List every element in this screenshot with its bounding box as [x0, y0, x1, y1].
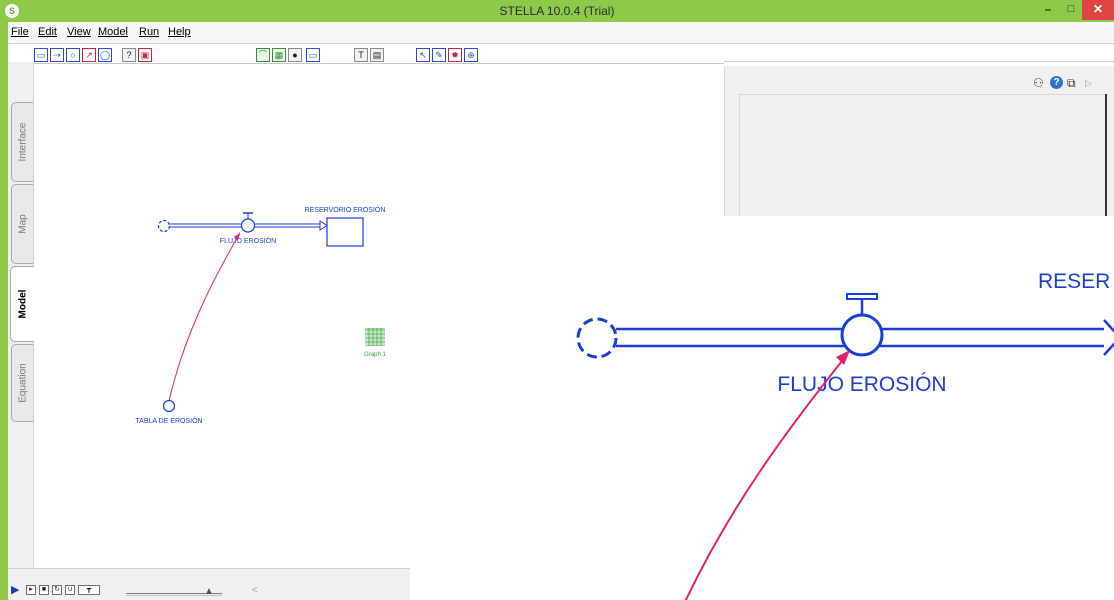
knob-icon[interactable]: ▭: [306, 48, 320, 62]
table-pad-icon[interactable]: ▦: [272, 48, 286, 62]
converter-tool-icon[interactable]: ○: [66, 48, 80, 62]
flow-label: FLUJO EROSIÓN: [220, 236, 276, 245]
stock-tool-icon[interactable]: ▭: [34, 48, 48, 62]
dynamite-tool-icon[interactable]: ✹: [448, 48, 462, 62]
tab-map[interactable]: Map: [11, 184, 33, 264]
panel-content: [739, 94, 1105, 216]
stella-window: S STELLA 10.0.4 (Trial) – □ ✕ File Edit …: [0, 0, 1114, 600]
panel-edge: [1105, 94, 1107, 216]
help-tool-button[interactable]: ?: [122, 48, 136, 62]
right-panel: ⚇ ? ⧉ ▷: [724, 66, 1114, 216]
tab-model-label: Model: [17, 289, 28, 319]
ghost-tool-icon[interactable]: ⊕: [464, 48, 478, 62]
text-tool-button[interactable]: T: [354, 48, 368, 62]
reset-icon[interactable]: ↻: [52, 585, 62, 595]
menu-help[interactable]: Help: [168, 26, 191, 38]
menu-bar: File Edit View Model Run Help: [8, 22, 1114, 44]
layer-tabs: Interface Map Model Equation: [8, 62, 34, 600]
panel-divider: [724, 61, 1114, 62]
picture-tool-icon[interactable]: ▤: [370, 48, 384, 62]
speed-thumb-icon[interactable]: ▲: [204, 586, 214, 597]
run-button-icon[interactable]: ▶: [11, 584, 21, 596]
menu-edit[interactable]: Edit: [38, 26, 57, 38]
stock-label: RESERVORIO EROSIÓN: [305, 205, 386, 214]
flow-tool-icon[interactable]: ⇢: [50, 48, 64, 62]
graph-pad-node-icon[interactable]: [365, 328, 385, 346]
window-title: STELLA 10.0.4 (Trial): [499, 4, 615, 18]
pause-icon[interactable]: ■: [39, 585, 49, 595]
paintbrush-tool-icon[interactable]: ✎: [432, 48, 446, 62]
menu-file[interactable]: File: [11, 26, 29, 38]
title-bar: S STELLA 10.0.4 (Trial) – □ ✕: [0, 0, 1114, 22]
toolbar: ▭ ⇢ ○ ↗ ◯ ? ▣ ⌒ ▦ ● ▭ T ▤ ↖ ✎ ✹ ⊕: [34, 44, 724, 66]
connector-arrow[interactable]: [168, 232, 241, 402]
graph-label: Graph 1: [364, 352, 386, 358]
binoculars-icon[interactable]: ⚇: [1033, 76, 1044, 90]
run-controls: ▶ ▸ ■ ↻ ∪ ┳ ▲ <: [8, 568, 410, 600]
zoom-cloud-source-icon: [576, 317, 618, 359]
menu-view[interactable]: View: [67, 26, 91, 38]
zoom-overlay: FLUJO EROSIÓN RESER: [410, 216, 1114, 600]
zoom-stock-label: RESER: [1038, 270, 1110, 293]
pointer-tool-icon[interactable]: ↖: [416, 48, 430, 62]
tab-map-label: Map: [17, 214, 28, 234]
tab-model[interactable]: Model: [10, 266, 34, 342]
cloud-source-icon[interactable]: [157, 219, 171, 233]
menu-run[interactable]: Run: [139, 26, 159, 38]
close-button[interactable]: ✕: [1082, 0, 1114, 20]
converter-node[interactable]: [162, 399, 176, 413]
minimize-button[interactable]: –: [1038, 2, 1058, 18]
graph-pad-icon[interactable]: ⌒: [256, 48, 270, 62]
scroll-left-icon[interactable]: <: [252, 585, 258, 596]
toolbar-divider: [34, 63, 724, 64]
zoom-flow-label: FLUJO EROSIÓN: [777, 373, 946, 396]
help-icon[interactable]: ?: [1050, 76, 1063, 89]
stop-icon[interactable]: ∪: [65, 585, 75, 595]
flow-valve-icon[interactable]: [240, 212, 256, 233]
tab-equation-label: Equation: [17, 363, 28, 403]
zoom-connector-arrowhead: [836, 350, 850, 365]
maximize-button[interactable]: □: [1061, 2, 1081, 18]
expand-arrow-icon[interactable]: ▷: [1085, 78, 1092, 89]
tab-equation[interactable]: Equation: [11, 344, 33, 422]
connector-tool-icon[interactable]: ↗: [82, 48, 96, 62]
numeric-display-icon[interactable]: ●: [288, 48, 302, 62]
new-window-icon[interactable]: ⧉: [1067, 76, 1076, 91]
module-tool-icon[interactable]: ▣: [138, 48, 152, 62]
tab-interface[interactable]: Interface: [11, 102, 33, 182]
speed-slider-icon[interactable]: ┳: [78, 585, 100, 595]
menu-model[interactable]: Model: [98, 26, 128, 38]
zoom-diagram: FLUJO EROSIÓN RESER: [576, 270, 1114, 600]
tab-interface-label: Interface: [17, 122, 28, 162]
step-forward-icon[interactable]: ▸: [26, 585, 36, 595]
zoom-flow-valve-icon: [840, 293, 884, 357]
stock-box[interactable]: [326, 217, 364, 247]
decision-tool-icon[interactable]: ◯: [98, 48, 112, 62]
window-border: [0, 22, 8, 600]
converter-label: TABLA DE EROSIÓN: [135, 416, 202, 425]
